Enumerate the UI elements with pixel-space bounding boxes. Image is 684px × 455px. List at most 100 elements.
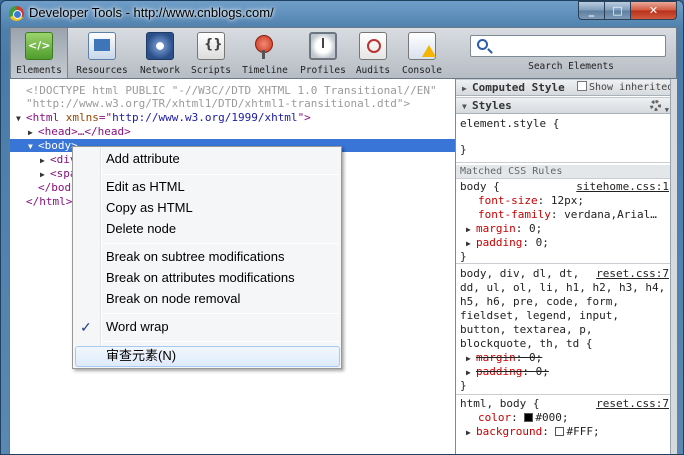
- search-input[interactable]: [493, 38, 663, 54]
- show-inherited-toggle[interactable]: Show inherited: [577, 80, 670, 95]
- network-icon: [146, 32, 174, 60]
- styles-header[interactable]: ▼ Styles ▼: [456, 97, 670, 114]
- menu-item-copy-as-html[interactable]: Copy as HTML: [106, 198, 193, 218]
- attr-value: http://www.w3.org/1999/xhtml: [112, 111, 298, 124]
- tab-network[interactable]: Network: [136, 28, 184, 78]
- rule-source-link[interactable]: sitehome.css:1: [576, 180, 669, 194]
- menu-item-word-wrap[interactable]: Word wrap: [106, 317, 169, 337]
- collapsed-triangle-icon[interactable]: ▶: [466, 352, 476, 366]
- section-title: Styles: [472, 99, 512, 112]
- tab-scripts[interactable]: Scripts: [188, 28, 234, 78]
- collapsed-triangle-icon[interactable]: ▶: [40, 154, 50, 167]
- menu-item-inspect-element[interactable]: 审查元素(N): [106, 346, 176, 366]
- minimize-button[interactable]: _: [578, 1, 605, 20]
- section-title: Computed Style: [472, 81, 565, 94]
- tab-resources[interactable]: Resources: [72, 28, 132, 78]
- prop-value: 0;: [535, 365, 549, 378]
- collapsed-triangle-icon[interactable]: ▶: [466, 366, 476, 380]
- search-caption: Search Elements: [528, 61, 614, 72]
- prop-name: margin: [476, 351, 516, 364]
- collapsed-triangle-icon[interactable]: ▶: [28, 126, 38, 139]
- styles-scrollbar[interactable]: [670, 79, 677, 454]
- css-property[interactable]: font-size: 12px;: [460, 194, 670, 208]
- color-swatch-icon[interactable]: [555, 427, 565, 436]
- tag-open: <html: [26, 111, 66, 124]
- menu-separator: [103, 243, 339, 244]
- menu-item-break-on-attributes[interactable]: Break on attributes modifications: [106, 268, 295, 288]
- menu-item-edit-as-html[interactable]: Edit as HTML: [106, 177, 185, 197]
- tab-label: Timeline: [242, 65, 288, 76]
- rule-selector-line: body {sitehome.css:1: [460, 180, 670, 194]
- maximize-button[interactable]: □: [605, 1, 631, 20]
- rule-selector: body, div, dl, dt,: [460, 267, 580, 280]
- prop-value: 12px;: [550, 194, 584, 207]
- collapsed-triangle-icon[interactable]: ▶: [466, 237, 476, 251]
- tab-audits[interactable]: Audits: [352, 28, 394, 78]
- chrome-logo-icon: [9, 6, 24, 21]
- checkmark-icon: ✓: [80, 319, 92, 335]
- css-property[interactable]: ▶ background: #FFF;: [460, 425, 670, 439]
- element-style-rule[interactable]: element.style { }: [456, 117, 670, 163]
- html-close[interactable]: </html>: [26, 195, 72, 208]
- search-box[interactable]: [470, 35, 666, 57]
- tab-label: Scripts: [190, 65, 232, 76]
- css-property[interactable]: ▶ margin: 0;: [460, 222, 670, 236]
- collapsed-triangle-icon: ▶: [462, 84, 467, 93]
- expanded-triangle-icon: ▼: [462, 102, 467, 111]
- menu-item-add-attribute[interactable]: Add attribute: [106, 149, 180, 169]
- computed-style-header[interactable]: ▶ Computed Style Show inherited: [456, 79, 670, 96]
- close-icon: ✕: [648, 4, 659, 17]
- prop-value: #FFF;: [566, 425, 600, 438]
- prop-value: #000;: [535, 411, 569, 424]
- expanded-triangle-icon[interactable]: ▼: [28, 140, 38, 153]
- tab-timeline[interactable]: Timeline: [238, 28, 292, 78]
- scripts-icon: [197, 32, 225, 60]
- menu-item-delete-node[interactable]: Delete node: [106, 219, 176, 239]
- color-swatch-icon[interactable]: [524, 413, 534, 422]
- tag-end: ">: [297, 111, 311, 124]
- doctype-line-2[interactable]: "http://www.w3.org/TR/xhtml1/DTD/xhtml1-…: [26, 97, 410, 110]
- collapsed-triangle-icon[interactable]: ▶: [466, 426, 476, 440]
- html-node[interactable]: ▼ <html xmlns="http://www.w3.org/1999/xht…: [16, 111, 311, 124]
- css-property-overridden[interactable]: ▶ padding: 0;: [460, 365, 670, 379]
- tab-profiles[interactable]: Profiles: [296, 28, 350, 78]
- context-menu: Add attribute Edit as HTML Copy as HTML …: [72, 146, 342, 369]
- menu-separator: [103, 313, 339, 314]
- tab-elements[interactable]: Elements: [10, 28, 68, 78]
- elements-icon: [25, 32, 53, 60]
- rule-selector: h5, h6, pre, code, form,: [460, 295, 619, 308]
- title-bar[interactable]: Developer Tools - http://www.cnblogs.com…: [1, 1, 683, 27]
- menu-item-break-on-subtree[interactable]: Break on subtree modifications: [106, 247, 284, 267]
- styles-sidebar: ▶ Computed Style Show inherited ▼ Styles ▼…: [455, 79, 670, 454]
- rule-source-link[interactable]: reset.css:7: [596, 267, 669, 281]
- devtools-window: Developer Tools - http://www.cnblogs.com…: [0, 0, 684, 455]
- tab-label: Resources: [76, 65, 128, 76]
- css-rule-html-body[interactable]: html, body {reset.css:7 color: #000; ▶ ba…: [456, 397, 670, 454]
- attr-name: xmlns: [65, 111, 99, 124]
- css-rule-body[interactable]: body {sitehome.css:1 font-size: 12px; fo…: [456, 180, 670, 264]
- tab-console[interactable]: Console: [398, 28, 446, 78]
- collapsed-triangle-icon[interactable]: ▶: [466, 223, 476, 237]
- css-property[interactable]: font-family: verdana,Arial…: [460, 208, 670, 222]
- head-node[interactable]: ▶ <head>…</head>: [28, 125, 131, 138]
- gear-icon[interactable]: [650, 100, 661, 111]
- doctype-line[interactable]: <!DOCTYPE html PUBLIC "-//W3C//DTD XHTML…: [26, 84, 437, 97]
- rule-selector: fieldset, legend, input,: [460, 309, 619, 322]
- close-button[interactable]: ✕: [631, 1, 677, 20]
- tag-text: </html>: [26, 195, 73, 208]
- rule-close: }: [460, 143, 467, 156]
- prop-value: 0;: [529, 351, 543, 364]
- menu-item-break-on-node-removal[interactable]: Break on node removal: [106, 289, 240, 309]
- css-property[interactable]: ▶ padding: 0;: [460, 236, 670, 250]
- minimize-icon: _: [588, 4, 595, 17]
- chevron-down-icon[interactable]: ▼: [665, 103, 669, 118]
- rule-source-link[interactable]: reset.css:7: [596, 397, 669, 411]
- css-property[interactable]: color: #000;: [460, 411, 670, 425]
- expanded-triangle-icon[interactable]: ▼: [16, 112, 26, 125]
- collapsed-triangle-icon[interactable]: ▶: [40, 168, 50, 181]
- rule-close: }: [460, 250, 467, 263]
- resources-icon: [88, 32, 116, 60]
- css-rule-reset[interactable]: body, div, dl, dt, reset.css:7 dd, ul, ol…: [456, 267, 670, 395]
- css-property-overridden[interactable]: ▶ margin: 0;: [460, 351, 670, 365]
- checkbox-icon[interactable]: [577, 81, 587, 91]
